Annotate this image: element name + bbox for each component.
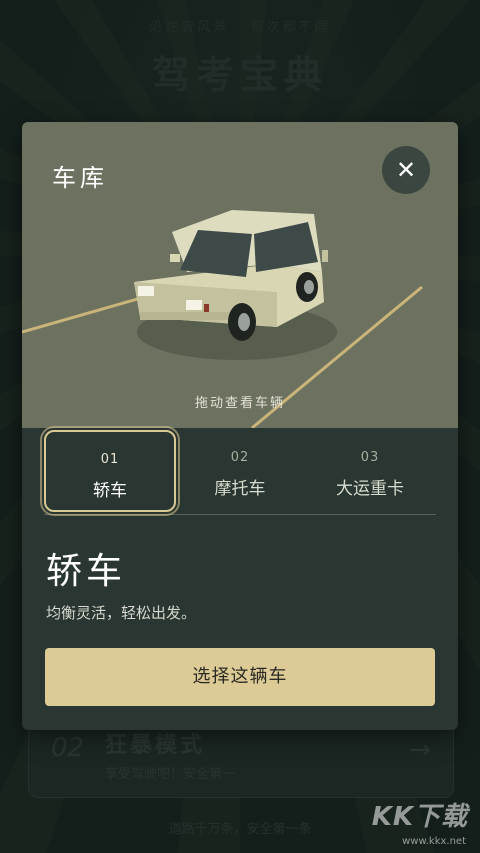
watermark-url: www.kkx.net — [402, 836, 466, 847]
select-car-button[interactable]: 选择这辆车 — [45, 648, 435, 706]
car-viewer[interactable]: 车库 ✕ 拖动查看车辆 — [22, 122, 458, 428]
garage-title: 车库 — [52, 164, 108, 192]
drag-hint: 拖动查看车辆 — [194, 396, 285, 411]
vehicle-tabs: 01 轿车 02 摩托车 03 大运重卡 — [44, 430, 436, 515]
close-button[interactable]: ✕ — [382, 146, 430, 194]
car-headlight-left — [138, 286, 154, 296]
car-headlight-right — [186, 300, 202, 310]
tab-sedan[interactable]: 01 轿车 — [44, 430, 176, 512]
tab-label: 摩托车 — [214, 479, 266, 499]
tab-motorcycle[interactable]: 02 摩托车 — [174, 430, 306, 512]
tab-number: 02 — [230, 450, 250, 465]
garage-modal: 车库 ✕ 拖动查看车辆 01 轿车 02 摩托车 03 大运重卡 轿车 均衡灵活… — [22, 122, 458, 730]
tab-label: 轿车 — [93, 481, 127, 501]
close-icon: ✕ — [395, 156, 417, 184]
selected-car-description: 均衡灵活，轻松出发。 — [46, 604, 197, 622]
watermark-logo: KK下载 — [371, 802, 468, 832]
tab-number: 01 — [100, 452, 120, 467]
tab-truck[interactable]: 03 大运重卡 — [304, 430, 436, 512]
tab-label: 大运重卡 — [336, 479, 404, 499]
tab-number: 03 — [360, 450, 380, 465]
selected-car-name: 轿车 — [46, 551, 127, 592]
